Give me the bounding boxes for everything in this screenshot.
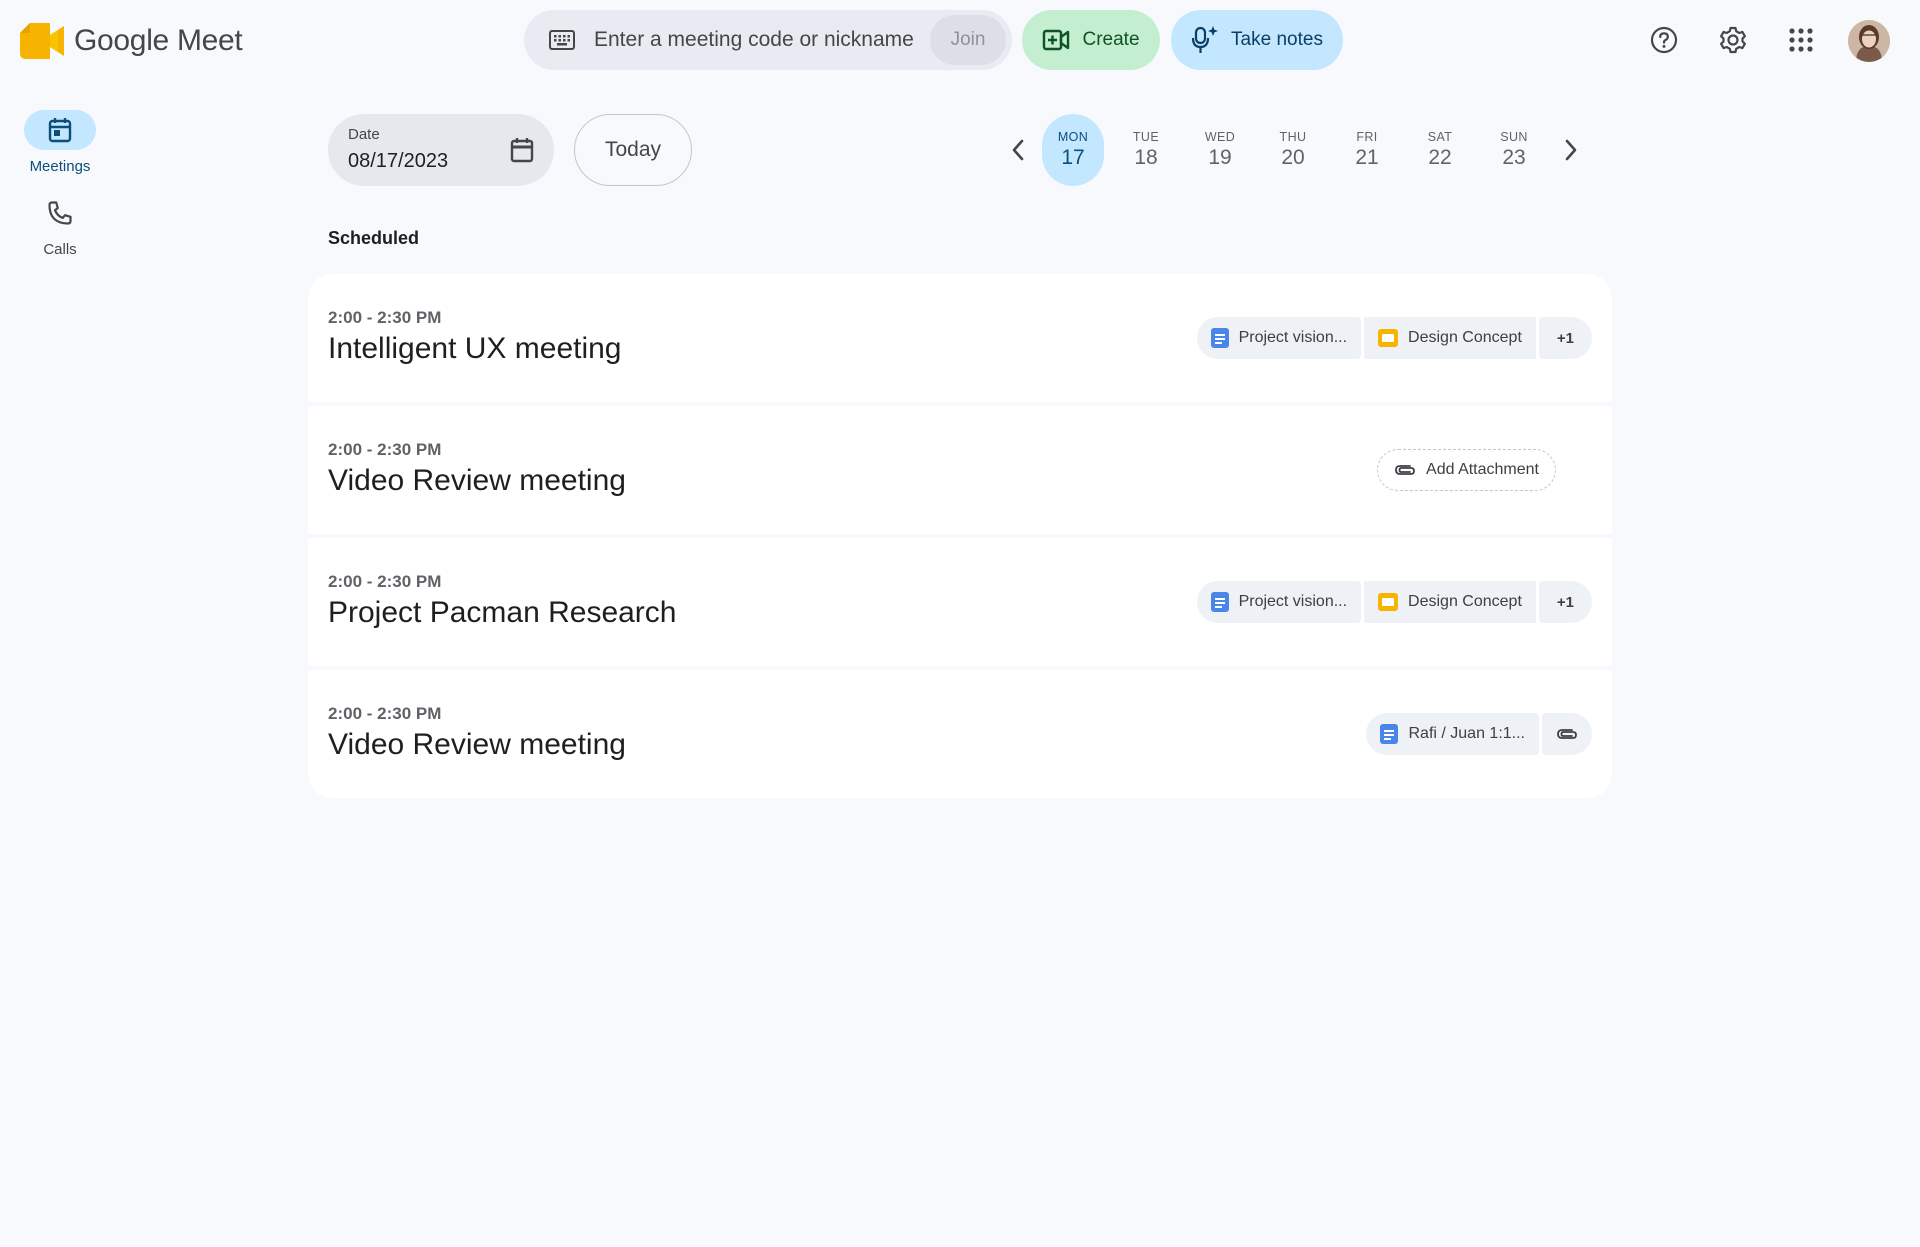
day-number: 17 xyxy=(1061,146,1085,169)
phone-icon xyxy=(48,201,72,225)
day-tue[interactable]: TUE 18 xyxy=(1115,114,1177,186)
day-sat[interactable]: SAT 22 xyxy=(1409,114,1471,186)
day-name: FRI xyxy=(1356,130,1378,144)
attachment-clip-icon xyxy=(1395,465,1415,475)
meeting-card[interactable]: 2:00 - 2:30 PM Project Pacman Research P… xyxy=(308,538,1612,666)
week-navigator: MON 17 TUE 18 WED 19 THU 20 FRI 21 SAT 2… xyxy=(1000,112,1590,188)
day-name: WED xyxy=(1204,130,1236,144)
meeting-card[interactable]: 2:00 - 2:30 PM Intelligent UX meeting Pr… xyxy=(308,274,1612,402)
attachment-clip-icon xyxy=(1557,729,1577,739)
top-bar: Google Meet Join Create Take notes xyxy=(0,0,1920,80)
attachment-chip-slides[interactable]: Design Concept xyxy=(1364,317,1536,359)
attachment-chip-label: Design Concept xyxy=(1408,329,1522,346)
attachment-chips: Project vision... Design Concept +1 xyxy=(1196,317,1592,359)
attachment-chip-label: Design Concept xyxy=(1408,593,1522,610)
settings-gear-icon[interactable] xyxy=(1713,20,1753,60)
meeting-code-input[interactable] xyxy=(594,28,914,52)
join-button[interactable]: Join xyxy=(930,15,1006,65)
brand[interactable]: Google Meet xyxy=(20,20,243,62)
apps-grid-icon[interactable] xyxy=(1781,20,1821,60)
create-button[interactable]: Create xyxy=(1022,10,1160,70)
google-slides-icon xyxy=(1378,329,1399,347)
meeting-title: Intelligent UX meeting xyxy=(328,332,622,365)
day-name: THU xyxy=(1279,130,1307,144)
meeting-time: 2:00 - 2:30 PM xyxy=(328,704,442,723)
day-name: SAT xyxy=(1427,130,1453,144)
day-number: 20 xyxy=(1281,146,1305,169)
day-number: 22 xyxy=(1428,146,1452,169)
add-attachment-button[interactable]: Add Attachment xyxy=(1377,449,1556,491)
today-button[interactable]: Today xyxy=(574,114,692,186)
meeting-list: 2:00 - 2:30 PM Intelligent UX meeting Pr… xyxy=(308,274,1612,802)
calendar-icon xyxy=(48,118,72,143)
day-name: TUE xyxy=(1132,130,1160,144)
video-add-icon xyxy=(1043,29,1070,51)
meeting-time: 2:00 - 2:30 PM xyxy=(328,440,442,459)
help-icon[interactable] xyxy=(1644,20,1684,60)
meeting-title: Video Review meeting xyxy=(328,728,626,761)
brand-name: Google Meet xyxy=(74,24,243,57)
previous-week-chevron-left-icon[interactable] xyxy=(1000,132,1036,168)
attachment-chip-label: Project vision... xyxy=(1238,329,1348,346)
meeting-title: Video Review meeting xyxy=(328,464,626,497)
nav-pill-calls xyxy=(24,193,96,233)
day-wed[interactable]: WED 19 xyxy=(1189,114,1251,186)
add-attachment-icon-button[interactable] xyxy=(1542,713,1592,755)
day-number: 23 xyxy=(1502,146,1526,169)
user-avatar[interactable] xyxy=(1848,20,1890,62)
nav-item-meetings[interactable]: Meetings xyxy=(0,110,120,175)
day-number: 18 xyxy=(1134,146,1158,169)
google-docs-icon xyxy=(1380,724,1399,744)
meeting-card[interactable]: 2:00 - 2:30 PM Video Review meeting Rafi… xyxy=(308,670,1612,798)
meeting-title: Project Pacman Research xyxy=(328,596,677,629)
more-attachments-chip[interactable]: +1 xyxy=(1538,581,1592,623)
nav-pill-meetings xyxy=(24,110,96,150)
date-field[interactable]: Date 08/17/2023 xyxy=(328,114,554,186)
attachment-chips: Project vision... Design Concept +1 xyxy=(1196,581,1592,623)
mic-sparkle-icon xyxy=(1191,26,1219,53)
day-number: 21 xyxy=(1355,146,1379,169)
meeting-time: 2:00 - 2:30 PM xyxy=(328,308,442,327)
day-fri[interactable]: FRI 21 xyxy=(1336,114,1398,186)
next-week-chevron-right-icon[interactable] xyxy=(1553,132,1589,168)
attachment-chip-label: Project vision... xyxy=(1238,593,1348,610)
keyboard-icon xyxy=(548,26,576,54)
google-docs-icon xyxy=(1210,592,1229,612)
meeting-card[interactable]: 2:00 - 2:30 PM Video Review meeting Add … xyxy=(308,406,1612,534)
more-attachments-chip[interactable]: +1 xyxy=(1538,317,1592,359)
take-notes-label: Take notes xyxy=(1231,29,1323,50)
attachment-chip-label: Rafi / Juan 1:1... xyxy=(1408,725,1525,742)
day-thu[interactable]: THU 20 xyxy=(1262,114,1324,186)
day-name: MON xyxy=(1057,130,1089,144)
day-sun[interactable]: SUN 23 xyxy=(1483,114,1545,186)
attachment-chip-doc[interactable]: Rafi / Juan 1:1... xyxy=(1366,713,1539,755)
meet-logo-icon xyxy=(20,23,64,59)
nav-label-meetings: Meetings xyxy=(29,158,91,175)
day-name: SUN xyxy=(1500,130,1528,144)
meeting-time: 2:00 - 2:30 PM xyxy=(328,572,442,591)
attachment-chip-slides[interactable]: Design Concept xyxy=(1364,581,1536,623)
nav-item-calls[interactable]: Calls xyxy=(0,193,120,258)
date-picker-calendar-icon[interactable] xyxy=(506,134,538,166)
day-mon[interactable]: MON 17 xyxy=(1042,114,1104,186)
nav-label-calls: Calls xyxy=(43,241,77,258)
attachment-chips: Rafi / Juan 1:1... xyxy=(1366,713,1592,755)
google-slides-icon xyxy=(1378,593,1399,611)
meeting-code-box: Join xyxy=(524,10,1012,70)
attachment-chip-doc[interactable]: Project vision... xyxy=(1196,317,1362,359)
scheduled-heading: Scheduled xyxy=(328,228,420,248)
create-label: Create xyxy=(1082,29,1140,50)
attachment-chip-doc[interactable]: Project vision... xyxy=(1196,581,1362,623)
side-nav: Meetings Calls xyxy=(0,110,120,276)
take-notes-button[interactable]: Take notes xyxy=(1171,10,1343,70)
day-number: 19 xyxy=(1208,146,1232,169)
google-docs-icon xyxy=(1210,328,1229,348)
date-field-value: 08/17/2023 xyxy=(348,150,449,172)
add-attachment-label: Add Attachment xyxy=(1426,461,1539,478)
date-field-label: Date xyxy=(348,126,380,143)
